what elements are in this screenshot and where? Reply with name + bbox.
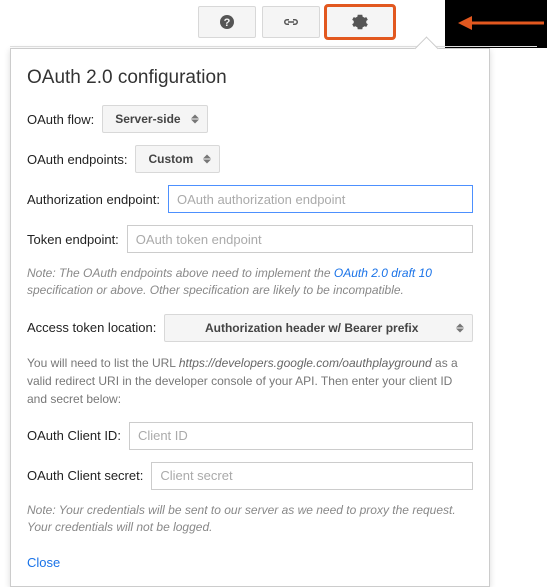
svg-text:?: ? (224, 17, 231, 29)
auth-endpoint-label: Authorization endpoint: (27, 192, 160, 207)
annotation-arrow (458, 14, 544, 32)
client-secret-label: OAuth Client secret: (27, 468, 143, 483)
toolbar-divider (10, 46, 537, 47)
credentials-note: Note: Your credentials will be sent to o… (27, 502, 473, 537)
oauth-endpoints-label: OAuth endpoints: (27, 152, 127, 167)
token-endpoint-input[interactable] (127, 225, 473, 253)
endpoints-note: Note: The OAuth endpoints above need to … (27, 265, 473, 300)
token-endpoint-label: Token endpoint: (27, 232, 119, 247)
select-caret-icon (191, 115, 199, 124)
settings-button[interactable] (326, 6, 394, 38)
help-button[interactable]: ? (198, 6, 256, 38)
gear-icon (352, 14, 368, 30)
link-button[interactable] (262, 6, 320, 38)
client-id-input[interactable] (129, 422, 473, 450)
token-location-label: Access token location: (27, 320, 156, 335)
oauth-flow-select[interactable]: Server-side (102, 105, 207, 133)
select-caret-icon (203, 155, 211, 164)
toolbar: ? (198, 6, 394, 38)
token-location-select[interactable]: Authorization header w/ Bearer prefix (164, 314, 473, 342)
oauth-endpoints-value: Custom (148, 152, 193, 166)
link-icon (281, 16, 301, 28)
close-link[interactable]: Close (27, 555, 60, 570)
oauth-endpoints-select[interactable]: Custom (135, 145, 220, 173)
panel-title: OAuth 2.0 configuration (27, 67, 473, 89)
redirect-uri-info: You will need to list the URL https://de… (27, 354, 473, 408)
token-location-value: Authorization header w/ Bearer prefix (205, 321, 418, 335)
client-secret-input[interactable] (151, 462, 473, 490)
oauth-draft-link[interactable]: OAuth 2.0 draft 10 (334, 266, 432, 280)
oauth-flow-value: Server-side (115, 112, 180, 126)
auth-endpoint-input[interactable] (168, 185, 473, 213)
help-icon: ? (219, 14, 235, 30)
select-caret-icon (456, 323, 464, 332)
oauth-config-panel: OAuth 2.0 configuration OAuth flow: Serv… (10, 48, 490, 587)
client-id-label: OAuth Client ID: (27, 428, 121, 443)
oauth-flow-label: OAuth flow: (27, 112, 94, 127)
